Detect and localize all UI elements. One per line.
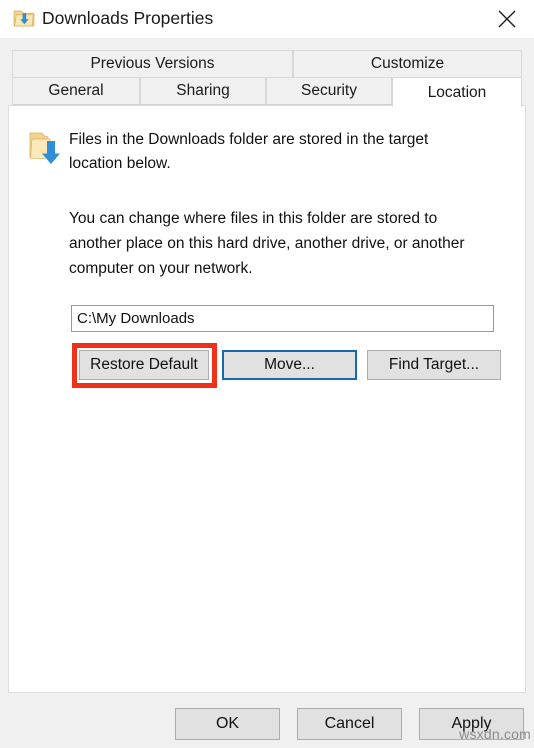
downloads-properties-dialog: Downloads Properties Previous Versions C… <box>0 0 534 748</box>
folder-path-input[interactable] <box>71 305 494 332</box>
tab-label: Previous Versions <box>90 55 215 72</box>
tab-label: Sharing <box>176 82 230 99</box>
cancel-button[interactable]: Cancel <box>297 708 402 740</box>
window-title: Downloads Properties <box>42 8 214 28</box>
tab-security[interactable]: Security <box>266 77 392 105</box>
tab-previous-versions[interactable]: Previous Versions <box>12 50 293 78</box>
tab-label: Location <box>427 83 487 101</box>
title-bar: Downloads Properties <box>0 0 534 38</box>
intro-text: Files in the Downloads folder are stored… <box>69 131 429 172</box>
tab-label: Customize <box>370 55 445 72</box>
tab-general[interactable]: General <box>12 77 140 105</box>
tab-row-top: Previous Versions Customize <box>12 50 522 78</box>
downloads-folder-icon <box>27 128 67 168</box>
close-icon[interactable] <box>484 0 530 34</box>
tab-location[interactable]: Location <box>392 77 522 107</box>
tab-label: General <box>48 82 104 99</box>
tab-row-bottom: General Sharing Security Location <box>12 77 522 107</box>
tab-customize[interactable]: Customize <box>293 50 522 78</box>
location-tab-panel: Files in the Downloads folder are stored… <box>8 105 526 693</box>
move-button[interactable]: Move... <box>222 350 357 380</box>
description-text: You can change where files in this folde… <box>69 210 465 277</box>
restore-default-button[interactable]: Restore Default <box>79 350 209 380</box>
tab-strip: Previous Versions Customize General Shar… <box>12 50 522 107</box>
watermark-text: wsxdn.com <box>459 726 531 742</box>
tab-label: Security <box>301 82 357 99</box>
downloads-folder-icon <box>13 7 35 29</box>
find-target-button[interactable]: Find Target... <box>367 350 501 380</box>
tab-sharing[interactable]: Sharing <box>140 77 266 105</box>
ok-button[interactable]: OK <box>175 708 280 740</box>
